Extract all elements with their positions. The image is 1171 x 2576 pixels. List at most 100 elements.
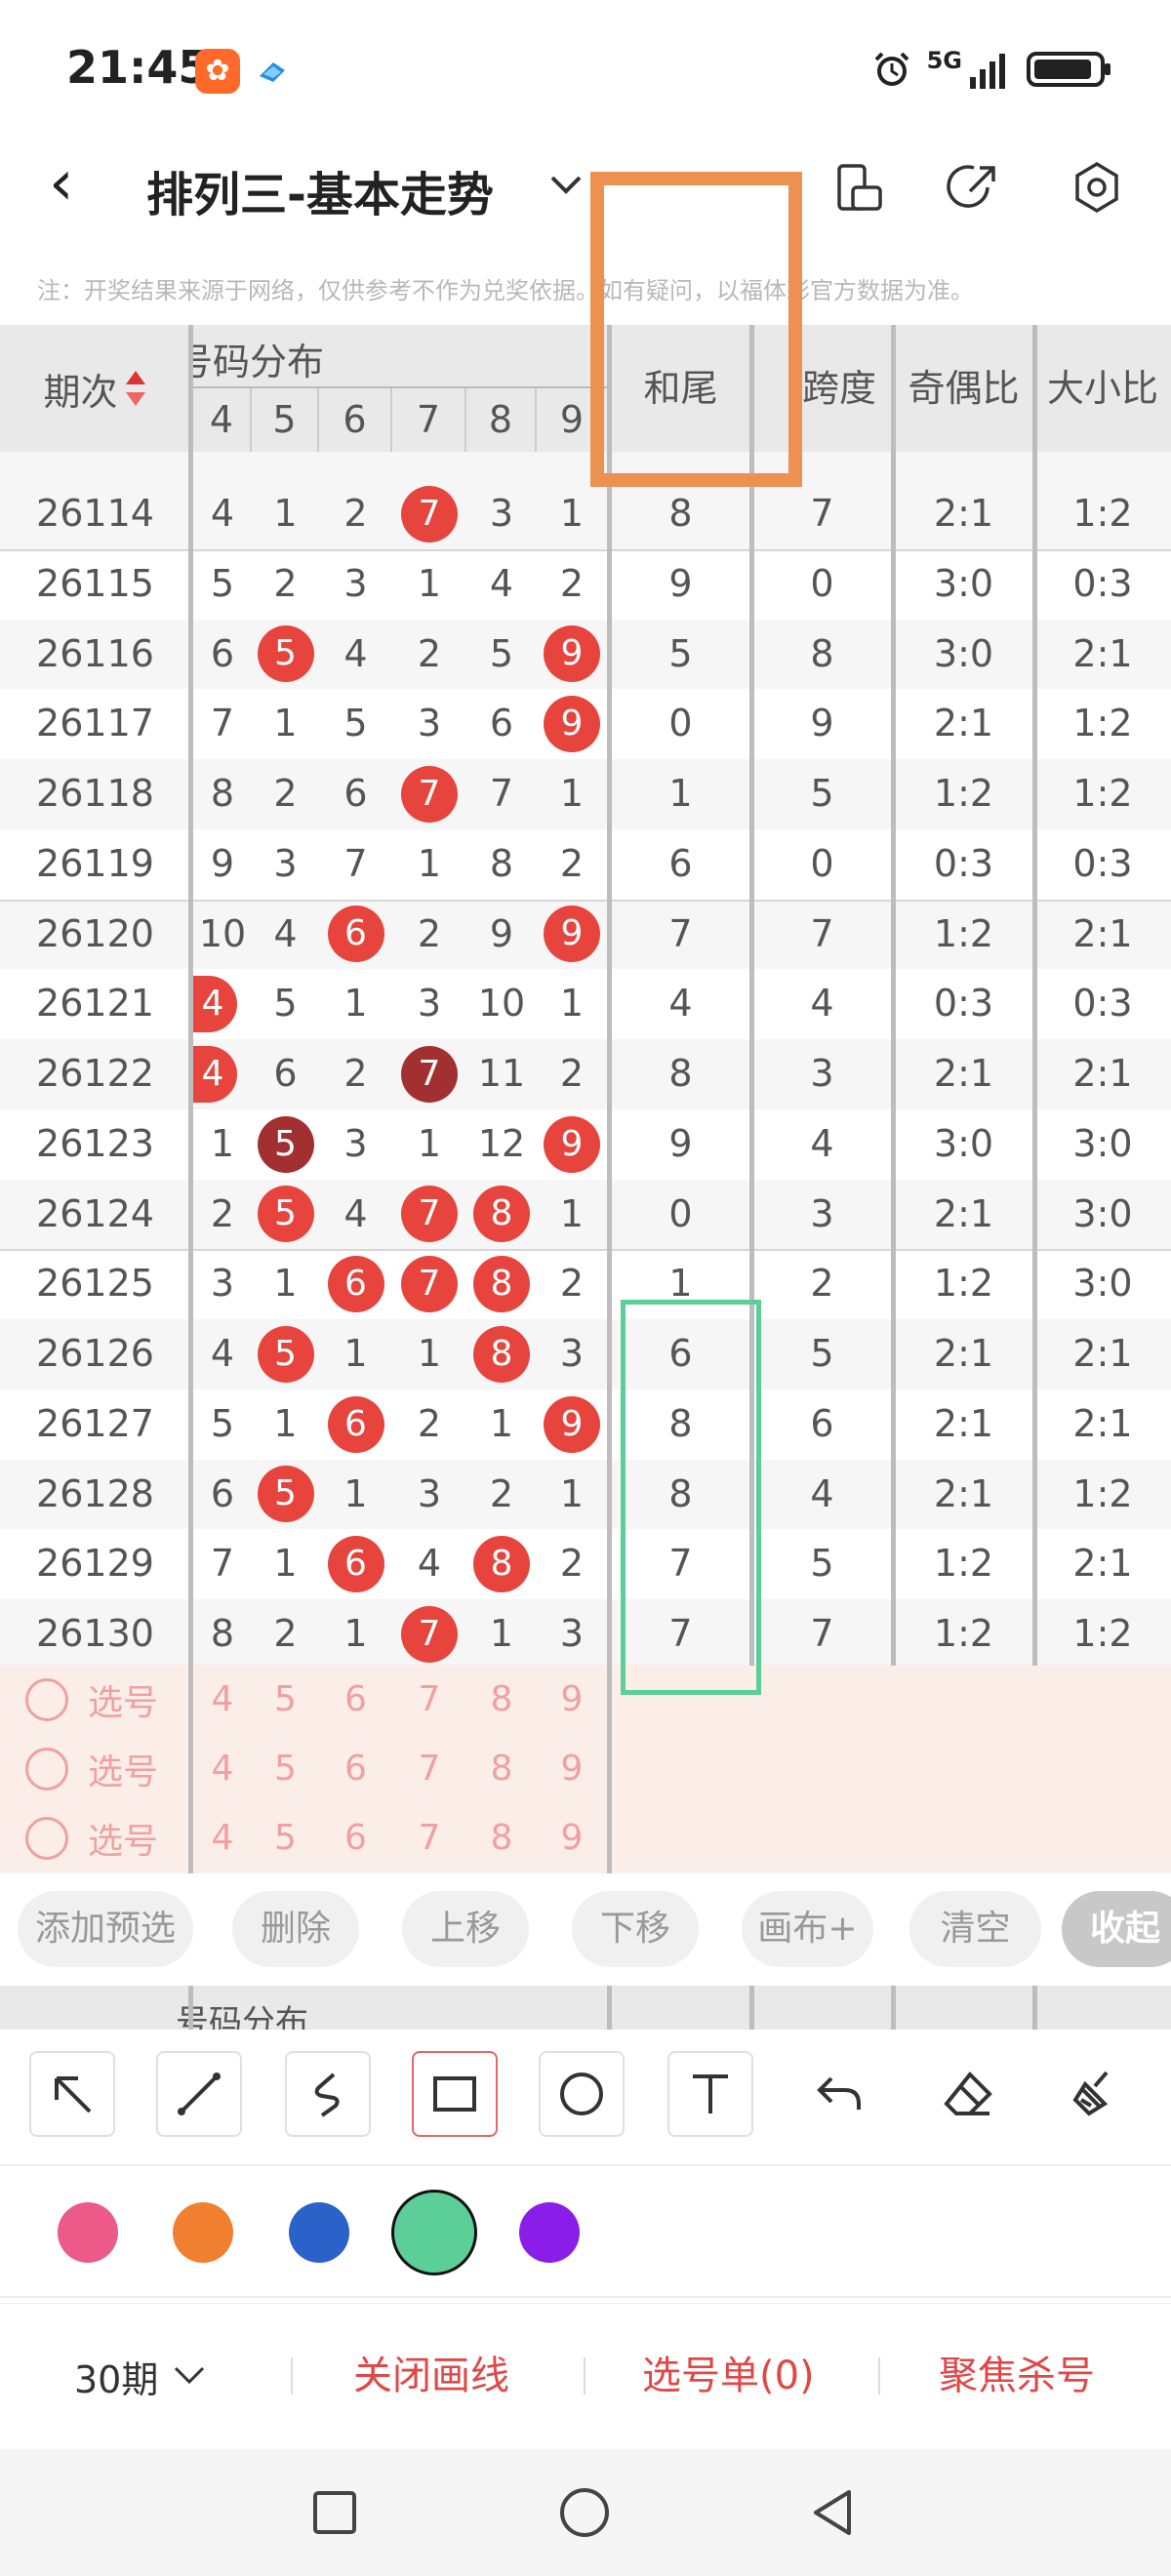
close-lines-button[interactable]: 关闭画线 — [353, 2344, 509, 2400]
digit-cell: 10 — [477, 982, 526, 1026]
table-row[interactable]: 26114 4 1 2 7 3 1 8 7 2:1 1:2 — [0, 479, 1171, 549]
header-big-small[interactable]: 大小比 — [1034, 325, 1171, 452]
clear-drawing-button[interactable] — [1052, 2051, 1138, 2137]
table-row[interactable]: 26121 4 5 1 3 10 1 4 4 0:3 0:3 — [0, 969, 1171, 1039]
table-row[interactable]: 26124 2 5 4 7 8 1 0 3 2:1 3:0 — [0, 1179, 1171, 1250]
big-small-cell: 2:1 — [1072, 911, 1133, 955]
header-issue[interactable]: 期次 — [0, 325, 190, 452]
digit-cell: 3 — [417, 982, 442, 1026]
recent-apps-icon[interactable] — [310, 2488, 359, 2537]
table-row[interactable]: 26123 1 5 3 1 12 9 9 4 3:0 3:0 — [0, 1108, 1171, 1180]
clear-button[interactable]: 清空 — [909, 1891, 1041, 1967]
select-radio[interactable] — [25, 1748, 68, 1791]
select-radio[interactable] — [25, 1817, 68, 1860]
digit-cell: 1 — [559, 772, 585, 815]
table-row[interactable]: 26127 5 1 6 2 1 9 8 6 2:1 2:1 — [0, 1389, 1171, 1460]
share-icon[interactable] — [945, 158, 1003, 217]
digit-cell: 2 — [559, 561, 585, 605]
big-small-cell: 1:2 — [1072, 702, 1133, 745]
pick-list-button[interactable]: 选号单(0) — [642, 2344, 815, 2400]
big-small-cell: 1:2 — [1072, 1612, 1133, 1655]
select-digit[interactable]: 6 — [319, 1734, 392, 1803]
select-digit[interactable]: 5 — [252, 1734, 319, 1803]
table-row[interactable]: 26130 8 2 1 7 1 3 7 7 1:2 1:2 — [0, 1599, 1171, 1665]
big-small-cell: 3:0 — [1072, 1191, 1133, 1235]
issue-cell: 26114 — [36, 492, 154, 535]
select-digit[interactable]: 6 — [319, 1803, 392, 1872]
toolbar-divider — [0, 2296, 1171, 2298]
rectangle-tool[interactable] — [412, 2051, 498, 2137]
digit-cell: 2 — [489, 1471, 514, 1515]
table-row[interactable]: 26117 7 1 5 3 6 9 0 9 2:1 1:2 — [0, 689, 1171, 759]
table-row[interactable]: 26115 5 2 3 1 4 2 9 0 3:0 0:3 — [0, 548, 1171, 620]
settings-icon[interactable] — [1068, 158, 1126, 217]
focus-kill-button[interactable]: 聚焦杀号 — [939, 2344, 1095, 2400]
add-preselect-button[interactable]: 添加预选 — [18, 1891, 193, 1967]
arrow-tool[interactable] — [29, 2051, 115, 2137]
header-odd-even[interactable]: 奇偶比 — [893, 325, 1034, 452]
select-digit[interactable]: 7 — [392, 1734, 466, 1803]
sort-icon[interactable] — [124, 367, 147, 410]
select-digit[interactable]: 9 — [537, 1803, 607, 1872]
eraser-button[interactable] — [925, 2051, 1011, 2137]
freehand-tool[interactable] — [285, 2051, 371, 2137]
digit-cell: 3 — [417, 1471, 442, 1515]
delete-button[interactable]: 删除 — [232, 1891, 359, 1967]
select-radio[interactable] — [25, 1678, 68, 1721]
table-row[interactable]: 26118 8 2 6 7 7 1 1 5 1:2 1:2 — [0, 759, 1171, 829]
select-digit[interactable]: 8 — [466, 1803, 537, 1872]
header-group-clip: 号码分布 — [193, 332, 607, 386]
table-row[interactable]: 26125 3 1 6 7 8 2 1 2 1:2 3:0 — [0, 1249, 1171, 1319]
page-title[interactable]: 排列三-基本走势 — [146, 156, 494, 224]
color-swatch[interactable] — [519, 2202, 580, 2263]
network-label: 5G — [926, 47, 962, 74]
table-row[interactable]: 26129 7 1 6 4 8 2 7 5 1:2 2:1 — [0, 1529, 1171, 1599]
select-digit[interactable]: 9 — [537, 1665, 607, 1734]
text-tool[interactable] — [667, 2051, 753, 2137]
home-icon[interactable] — [558, 2486, 611, 2539]
rotate-screen-icon[interactable] — [829, 158, 888, 217]
select-digit[interactable]: 4 — [193, 1665, 252, 1734]
table-row[interactable]: 26126 4 5 1 1 8 3 6 5 2:1 2:1 — [0, 1319, 1171, 1389]
select-digit[interactable]: 4 — [193, 1803, 252, 1872]
undo-button[interactable] — [796, 2051, 882, 2137]
color-swatch[interactable] — [173, 2202, 233, 2263]
select-digit[interactable]: 7 — [392, 1803, 466, 1872]
eraser-icon — [944, 2072, 992, 2115]
move-down-button[interactable]: 下移 — [572, 1891, 699, 1967]
select-digit[interactable]: 6 — [319, 1665, 392, 1734]
digit-cell: 1 — [559, 492, 585, 535]
select-digit[interactable]: 8 — [466, 1665, 537, 1734]
header-digit-5: 5 — [252, 388, 319, 452]
back-nav-icon[interactable] — [806, 2486, 859, 2539]
canvas-plus-button[interactable]: 画布+ — [742, 1891, 873, 1967]
color-swatch[interactable] — [391, 2190, 477, 2275]
move-up-button[interactable]: 上移 — [402, 1891, 529, 1967]
line-tool[interactable] — [156, 2051, 242, 2137]
select-row[interactable]: 选号 4 5 6 7 8 9 — [0, 1803, 1171, 1872]
collapse-button[interactable]: 收起 — [1062, 1891, 1171, 1967]
select-digit[interactable]: 4 — [193, 1734, 252, 1803]
circle-tool[interactable] — [539, 2051, 625, 2137]
select-digit[interactable]: 7 — [392, 1665, 466, 1734]
select-row[interactable]: 选号 4 5 6 7 8 9 — [0, 1665, 1171, 1734]
period-select[interactable]: 30期 — [74, 2342, 207, 2410]
table-row[interactable]: 26122 4 6 2 7 11 2 8 3 2:1 2:1 — [0, 1039, 1171, 1109]
color-swatch[interactable] — [58, 2202, 118, 2263]
drawn-rectangle-orange[interactable] — [590, 172, 802, 487]
table-row[interactable]: 26128 6 5 1 3 2 1 8 4 2:1 1:2 — [0, 1459, 1171, 1530]
select-digit[interactable]: 9 — [537, 1734, 607, 1803]
select-digit[interactable]: 8 — [466, 1734, 537, 1803]
header-span[interactable]: 跨度 — [802, 325, 876, 452]
select-row[interactable]: 选号 4 5 6 7 8 9 — [0, 1734, 1171, 1803]
chevron-down-icon[interactable] — [546, 166, 586, 205]
select-digit[interactable]: 5 — [252, 1803, 319, 1872]
color-swatch[interactable] — [289, 2202, 349, 2263]
table-row[interactable]: 26120 10 4 6 2 9 9 7 7 1:2 2:1 — [0, 899, 1171, 970]
drawn-rectangle-green[interactable] — [621, 1300, 761, 1695]
back-button[interactable]: ‹ — [49, 152, 107, 215]
table-row[interactable]: 26116 6 5 4 2 5 9 5 8 3:0 2:1 — [0, 619, 1171, 690]
hit-ball: 5 — [257, 1466, 314, 1523]
table-row[interactable]: 26119 9 3 7 1 8 2 6 0 0:3 0:3 — [0, 828, 1171, 900]
select-digit[interactable]: 5 — [252, 1665, 319, 1734]
